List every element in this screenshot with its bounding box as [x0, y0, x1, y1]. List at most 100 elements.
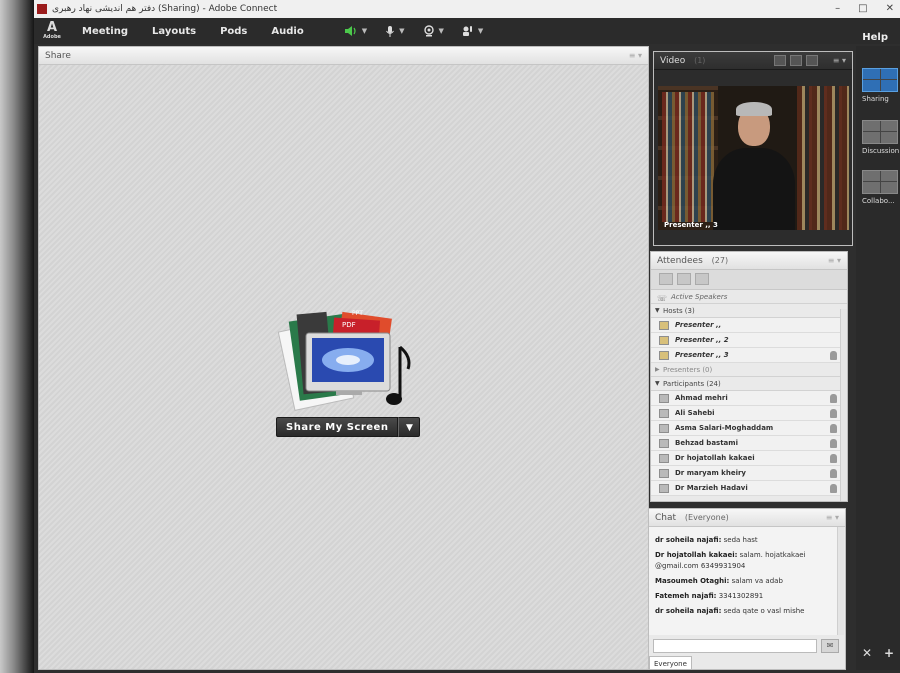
- layout-label: Sharing: [862, 95, 889, 103]
- chat-scrollbar[interactable]: [837, 527, 844, 635]
- attendees-toolbar: [651, 270, 847, 290]
- chat-input[interactable]: [653, 639, 817, 653]
- microphone-icon: [830, 409, 837, 418]
- chat-messages: dr soheila najafi: seda hast Dr hojatoll…: [649, 527, 837, 635]
- chevron-down-icon: ▼: [438, 27, 444, 35]
- window-title: دفتر هم اندیشی نهاد رهبری (Sharing) - Ad…: [52, 4, 278, 14]
- attendee-row[interactable]: Presenter ,, 2: [651, 333, 847, 348]
- attendee-row[interactable]: Asma Salari-Moghaddam: [651, 421, 847, 436]
- presenters-group-header[interactable]: ▶ Presenters (0): [651, 363, 847, 377]
- hosts-group-label: Hosts (3): [663, 307, 695, 315]
- chat-text: salam va adab: [731, 577, 783, 585]
- attendee-row[interactable]: Presenter ,,: [651, 318, 847, 333]
- speaker-control[interactable]: ▼: [344, 25, 367, 37]
- attendees-pod-header: Attendees (27) ≡ ▾: [651, 252, 847, 270]
- attendee-row[interactable]: Presenter ,, 3: [651, 348, 847, 363]
- host-icon: [659, 321, 669, 330]
- minimize-icon[interactable]: –: [835, 0, 840, 18]
- grid-view-icon[interactable]: [774, 55, 786, 66]
- attendees-pod: Attendees (27) ≡ ▾ ☏ Active Speakers ▼ H…: [650, 251, 848, 502]
- attendees-pod-title: Attendees: [657, 256, 703, 266]
- microphone-icon: [830, 469, 837, 478]
- layout-discussion[interactable]: Discussion: [862, 120, 899, 155]
- attendee-name: Dr hojatollah kakaei: [675, 454, 755, 462]
- menu-bar: A Adobe Meeting Layouts Pods Audio ▼ ▼ ▼…: [34, 18, 900, 44]
- logo-glyph: A: [46, 20, 58, 35]
- layout-label: Collabo...: [862, 197, 895, 205]
- pod-options-icon[interactable]: ≡ ▾: [826, 509, 839, 527]
- share-pod-title: Share: [45, 51, 71, 61]
- microphone-icon: [830, 454, 837, 463]
- video-pod-header: Video (1) ≡ ▾: [654, 52, 852, 70]
- participant-icon: [659, 424, 669, 433]
- settings-icon[interactable]: ✕: [862, 646, 872, 660]
- layout-collaboration[interactable]: Collabo...: [862, 170, 898, 205]
- media-controls: ▼ ▼ ▼ ▼: [344, 25, 483, 38]
- title-bar: دفتر هم اندیشی نهاد رهبری (Sharing) - Ad…: [34, 0, 900, 18]
- bookshelf: [797, 86, 849, 230]
- participant-icon: [659, 454, 669, 463]
- webcam-control[interactable]: ▼: [423, 25, 444, 37]
- breakout-view-icon[interactable]: [677, 273, 691, 285]
- attendee-row[interactable]: Ahmad mehri: [651, 391, 847, 406]
- layout-sharing[interactable]: Sharing: [862, 68, 898, 103]
- list-view-icon[interactable]: [659, 273, 673, 285]
- pod-options-icon[interactable]: ≡ ▾: [828, 252, 841, 270]
- share-pod: Share ≡ ▾ PDF PPT Share My Screen ▼: [38, 46, 649, 670]
- participant-icon: [659, 469, 669, 478]
- pod-options-icon[interactable]: ≡ ▾: [629, 47, 642, 65]
- video-caption: Presenter ,, 3: [664, 221, 718, 229]
- attendee-row[interactable]: Ali Sahebi: [651, 406, 847, 421]
- participant-icon: [659, 484, 669, 493]
- chat-sender: dr soheila najafi:: [655, 607, 722, 615]
- microphone-control[interactable]: ▼: [385, 25, 405, 38]
- window-controls: – □ ✕: [835, 0, 894, 18]
- app-icon: [37, 4, 47, 14]
- presenters-group-label: Presenters (0): [663, 366, 713, 374]
- adobe-logo: A Adobe: [34, 18, 70, 44]
- video-pod-title: Video: [660, 56, 686, 66]
- attendee-row[interactable]: Behzad bastami: [651, 436, 847, 451]
- menu-meeting[interactable]: Meeting: [70, 26, 140, 37]
- presenter-hair: [736, 102, 772, 116]
- hosts-group-header[interactable]: ▼ Hosts (3): [651, 304, 847, 318]
- participant-icon: [659, 394, 669, 403]
- status-control[interactable]: ▼: [462, 25, 483, 37]
- filmstrip-view-icon[interactable]: [790, 55, 802, 66]
- chevron-down-icon: ▼: [361, 27, 368, 35]
- attendee-name: Behzad bastami: [675, 439, 738, 447]
- send-message-icon[interactable]: ✉: [821, 639, 839, 653]
- chevron-down-icon: ▼: [477, 27, 484, 35]
- close-icon[interactable]: ✕: [886, 0, 894, 18]
- pod-options-icon[interactable]: ≡ ▾: [833, 52, 846, 70]
- rail-bottom-controls: ✕ +: [856, 646, 900, 660]
- share-options-dropdown[interactable]: ▼: [398, 417, 421, 437]
- chat-message: dr soheila najafi: seda hast: [655, 535, 831, 546]
- host-icon: [659, 351, 669, 360]
- expand-arrow-icon: ▼: [655, 380, 660, 387]
- books: [662, 92, 714, 222]
- attendees-scrollbar[interactable]: [840, 309, 847, 501]
- chat-tab-everyone[interactable]: Everyone: [649, 656, 692, 670]
- menu-audio[interactable]: Audio: [259, 26, 315, 37]
- attendee-row[interactable]: Dr Marzieh Hadavi: [651, 481, 847, 496]
- menu-pods[interactable]: Pods: [208, 26, 259, 37]
- presenter-body: [713, 148, 795, 230]
- fullscreen-icon[interactable]: [806, 55, 818, 66]
- video-toolbar: [774, 55, 818, 66]
- menu-layouts[interactable]: Layouts: [140, 26, 208, 37]
- maximize-icon[interactable]: □: [858, 0, 867, 18]
- attendee-name: Presenter ,, 2: [675, 336, 729, 344]
- share-my-screen-button[interactable]: Share My Screen: [276, 417, 399, 437]
- expand-arrow-icon: ▼: [655, 307, 660, 314]
- chat-sender: Fatemeh najafi:: [655, 592, 717, 600]
- host-icon: [659, 336, 669, 345]
- status-view-icon[interactable]: [695, 273, 709, 285]
- attendee-row[interactable]: Dr maryam kheiry: [651, 466, 847, 481]
- attendee-row[interactable]: Dr hojatollah kakaei: [651, 451, 847, 466]
- chat-message: Masoumeh Otaghi: salam va adab: [655, 576, 831, 587]
- participants-group-header[interactable]: ▼ Participants (24): [651, 377, 847, 391]
- share-my-screen-control: Share My Screen ▼: [276, 417, 421, 437]
- video-count: (1): [694, 56, 706, 65]
- add-layout-icon[interactable]: +: [884, 646, 894, 660]
